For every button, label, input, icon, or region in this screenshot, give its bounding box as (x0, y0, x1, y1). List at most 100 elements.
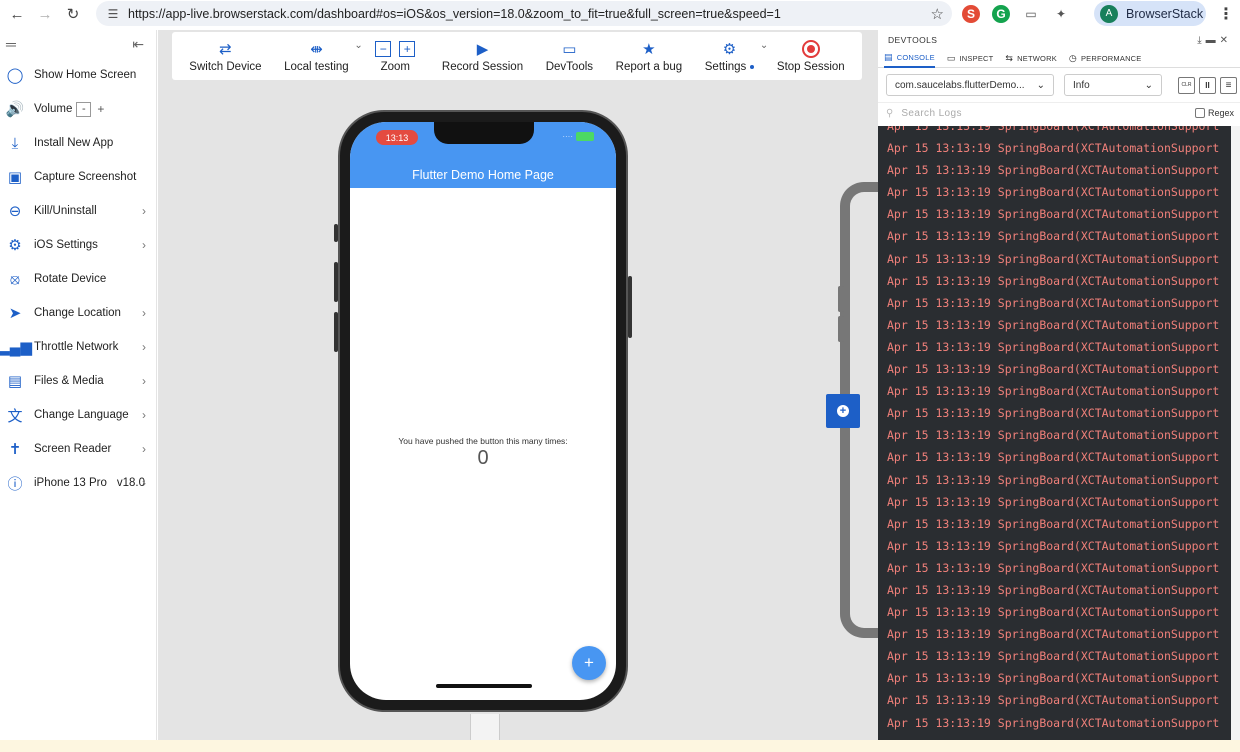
regex-toggle[interactable]: Regex (1194, 108, 1234, 118)
lightning-cable (470, 714, 500, 740)
log-search-bar: ⚲ Search Logs Regex (878, 102, 1240, 124)
chevron-right-icon: › (142, 306, 146, 320)
log-entry: Apr 15 13:13:19 SpringBoard(XCTAutomatio… (887, 428, 1220, 443)
search-icon: ⚲ (886, 108, 894, 119)
zoom-in-button[interactable]: + (399, 41, 416, 57)
stop-session-button[interactable]: Stop Session (773, 33, 849, 79)
sidebar-item-ios-settings[interactable]: ⚙ iOS Settings › (0, 228, 156, 262)
chevron-right-icon: › (142, 374, 146, 388)
increment-fab-button[interactable]: + (572, 646, 606, 680)
tool-label: DevTools (545, 61, 594, 73)
log-entry: Apr 15 13:13:19 SpringBoard(XCTAutomatio… (887, 649, 1220, 664)
app-select[interactable]: com.saucelabs.flutterDemo... ⌄ (886, 74, 1054, 96)
sidebar-item-label: iPhone 13 Pro (34, 477, 107, 489)
translate-icon: 文 (7, 407, 23, 425)
regex-label: Regex (1207, 108, 1234, 118)
sidebar-item-rotate-device[interactable]: ⦻ Rotate Device (0, 262, 156, 296)
volume-up-button[interactable]: + (97, 102, 104, 116)
wrap-lines-button[interactable]: ≡ (1220, 76, 1237, 94)
profile-name: BrowserStack (1126, 6, 1204, 21)
tool-label: Stop Session (776, 61, 845, 73)
log-entry: Apr 15 13:13:19 SpringBoard(XCTAutomatio… (887, 494, 1220, 509)
back-icon[interactable]: ← (6, 3, 28, 25)
sidebar-item-change-location[interactable]: ➤ Change Location › (0, 296, 156, 330)
tab-label: NETWORK (1017, 54, 1057, 63)
switch-arrows-icon: ⇄ (219, 41, 232, 58)
search-input[interactable]: Search Logs (901, 108, 962, 119)
download-icon[interactable]: ⤓ (1197, 35, 1205, 46)
record-session-button[interactable]: ▶ Record Session (438, 33, 527, 79)
image-icon: ▤ (7, 373, 23, 390)
zoom-out-button[interactable]: − (375, 41, 392, 57)
regex-checkbox[interactable] (1194, 108, 1205, 118)
clear-logs-button[interactable]: CLR (1178, 76, 1195, 94)
sidebar-item-label: Capture Screenshot (34, 171, 137, 183)
profile-button[interactable]: A BrowserStack (1094, 1, 1206, 26)
home-indicator[interactable] (436, 684, 532, 688)
browser-menu-icon[interactable]: ⋮ (1218, 4, 1234, 24)
sidebar-item-label: iOS Settings (34, 239, 98, 251)
log-level-select[interactable]: Info ⌄ (1064, 74, 1162, 96)
collapse-sidebar-icon[interactable]: ⇤ (132, 36, 144, 53)
bookmark-star-icon[interactable]: ☆ (931, 5, 944, 23)
devtools-button[interactable]: ▭ DevTools (542, 33, 597, 79)
log-entry: Apr 15 13:13:19 SpringBoard(XCTAutomatio… (887, 207, 1220, 222)
log-entry: Apr 15 13:13:19 SpringBoard(XCTAutomatio… (887, 582, 1220, 597)
local-testing-button[interactable]: ⇼ Local testing ⌄ (280, 33, 363, 79)
sidebar-item-label: Kill/Uninstall (34, 205, 97, 217)
url-text[interactable]: https://app-live.browserstack.com/dashbo… (128, 7, 781, 21)
floating-action-button[interactable]: + (826, 394, 860, 428)
location-arrow-icon: ➤ (8, 305, 22, 322)
address-bar[interactable]: ☰ https://app-live.browserstack.com/dash… (96, 1, 952, 26)
hamburger-icon[interactable]: ═ (6, 36, 16, 52)
session-toolbar: ⇄ Switch Device ⇼ Local testing ⌄ − + Zo… (172, 32, 862, 80)
forward-icon[interactable]: → (34, 3, 56, 25)
pause-logs-button[interactable]: II (1199, 76, 1216, 94)
info-icon: ⓘ (7, 475, 23, 493)
report-bug-button[interactable]: ★ Report a bug (612, 33, 687, 79)
volume-down-button[interactable]: - (76, 101, 92, 117)
tab-performance[interactable]: ◷ PERFORMANCE (1069, 50, 1142, 68)
gear-icon: ⚙ (722, 41, 737, 58)
log-scrollbar[interactable] (1231, 126, 1240, 740)
switch-device-button[interactable]: ⇄ Switch Device (185, 33, 265, 79)
chevron-down-icon[interactable]: ⌄ (760, 40, 768, 51)
extension-s-icon[interactable]: S (962, 5, 980, 23)
log-entry: Apr 15 13:13:19 SpringBoard(XCTAutomatio… (887, 163, 1220, 178)
tab-console[interactable]: ▤ CONSOLE (884, 50, 935, 68)
device-screen[interactable]: 13:13 ···· Flutter Demo Home Page You ha… (350, 122, 616, 700)
tab-inspect[interactable]: ▭ INSPECT (947, 50, 994, 68)
devtools-title: DEVTOOLS (888, 35, 938, 45)
tab-network[interactable]: ⇆ NETWORK (1005, 50, 1056, 68)
minus-circle-icon: ⊖ (8, 203, 22, 220)
os-version-label: v18.0 (116, 477, 146, 489)
sidebar-item-throttle-network[interactable]: ▂▄▆ Throttle Network › (0, 330, 156, 364)
chevron-down-icon[interactable]: ⌄ (354, 40, 362, 51)
dock-icon[interactable]: ▬ (1206, 35, 1220, 46)
console-log-list[interactable]: Apr 15 13:13:19 SpringBoard(XCTAutomatio… (878, 126, 1231, 740)
devtools-panel: DEVTOOLS ⤓▬✕ ▤ CONSOLE ▭ INSPECT ⇆ NETWORK … (878, 30, 1240, 740)
settings-button[interactable]: ⚙ Settings ⌄ (701, 33, 769, 79)
close-icon[interactable]: ✕ (1220, 35, 1232, 46)
sidebar-item-capture-screenshot[interactable]: ▣ Capture Screenshot (0, 160, 156, 194)
log-entry: Apr 15 13:13:19 SpringBoard(XCTAutomatio… (887, 126, 1220, 133)
extensions-puzzle-icon[interactable]: ✦ (1052, 5, 1070, 23)
download-icon: ⤓ (11, 134, 19, 152)
network-icon: ⇆ (1005, 53, 1014, 63)
sidebar-item-files-media[interactable]: ▤ Files & Media › (0, 364, 156, 398)
sidebar-item-screen-reader[interactable]: ✝ Screen Reader › (0, 432, 156, 466)
sidebar-item-kill-uninstall[interactable]: ⊖ Kill/Uninstall › (0, 194, 156, 228)
sidebar-item-change-language[interactable]: 文 Change Language › (0, 398, 156, 432)
window-icon: ▭ (562, 41, 577, 58)
sidebar-item-install-new-app[interactable]: ⤓ Install New App (0, 126, 156, 160)
window-icon[interactable]: ▭ (1022, 5, 1040, 23)
extension-grammarly-icon[interactable]: G (992, 5, 1010, 23)
reload-icon[interactable]: ↻ (62, 3, 84, 25)
log-entry: Apr 15 13:13:19 SpringBoard(XCTAutomatio… (887, 295, 1220, 310)
sidebar-item-device-info[interactable]: ⓘ iPhone 13 Pro v18.0 › (0, 466, 156, 500)
log-level-value: Info (1073, 79, 1090, 91)
log-entry: Apr 15 13:13:19 SpringBoard(XCTAutomatio… (887, 384, 1220, 399)
site-settings-icon[interactable]: ☰ (104, 7, 122, 21)
secondary-device-button (838, 316, 844, 342)
sidebar-item-show-home-screen[interactable]: ◯ Show Home Screen (0, 58, 156, 92)
